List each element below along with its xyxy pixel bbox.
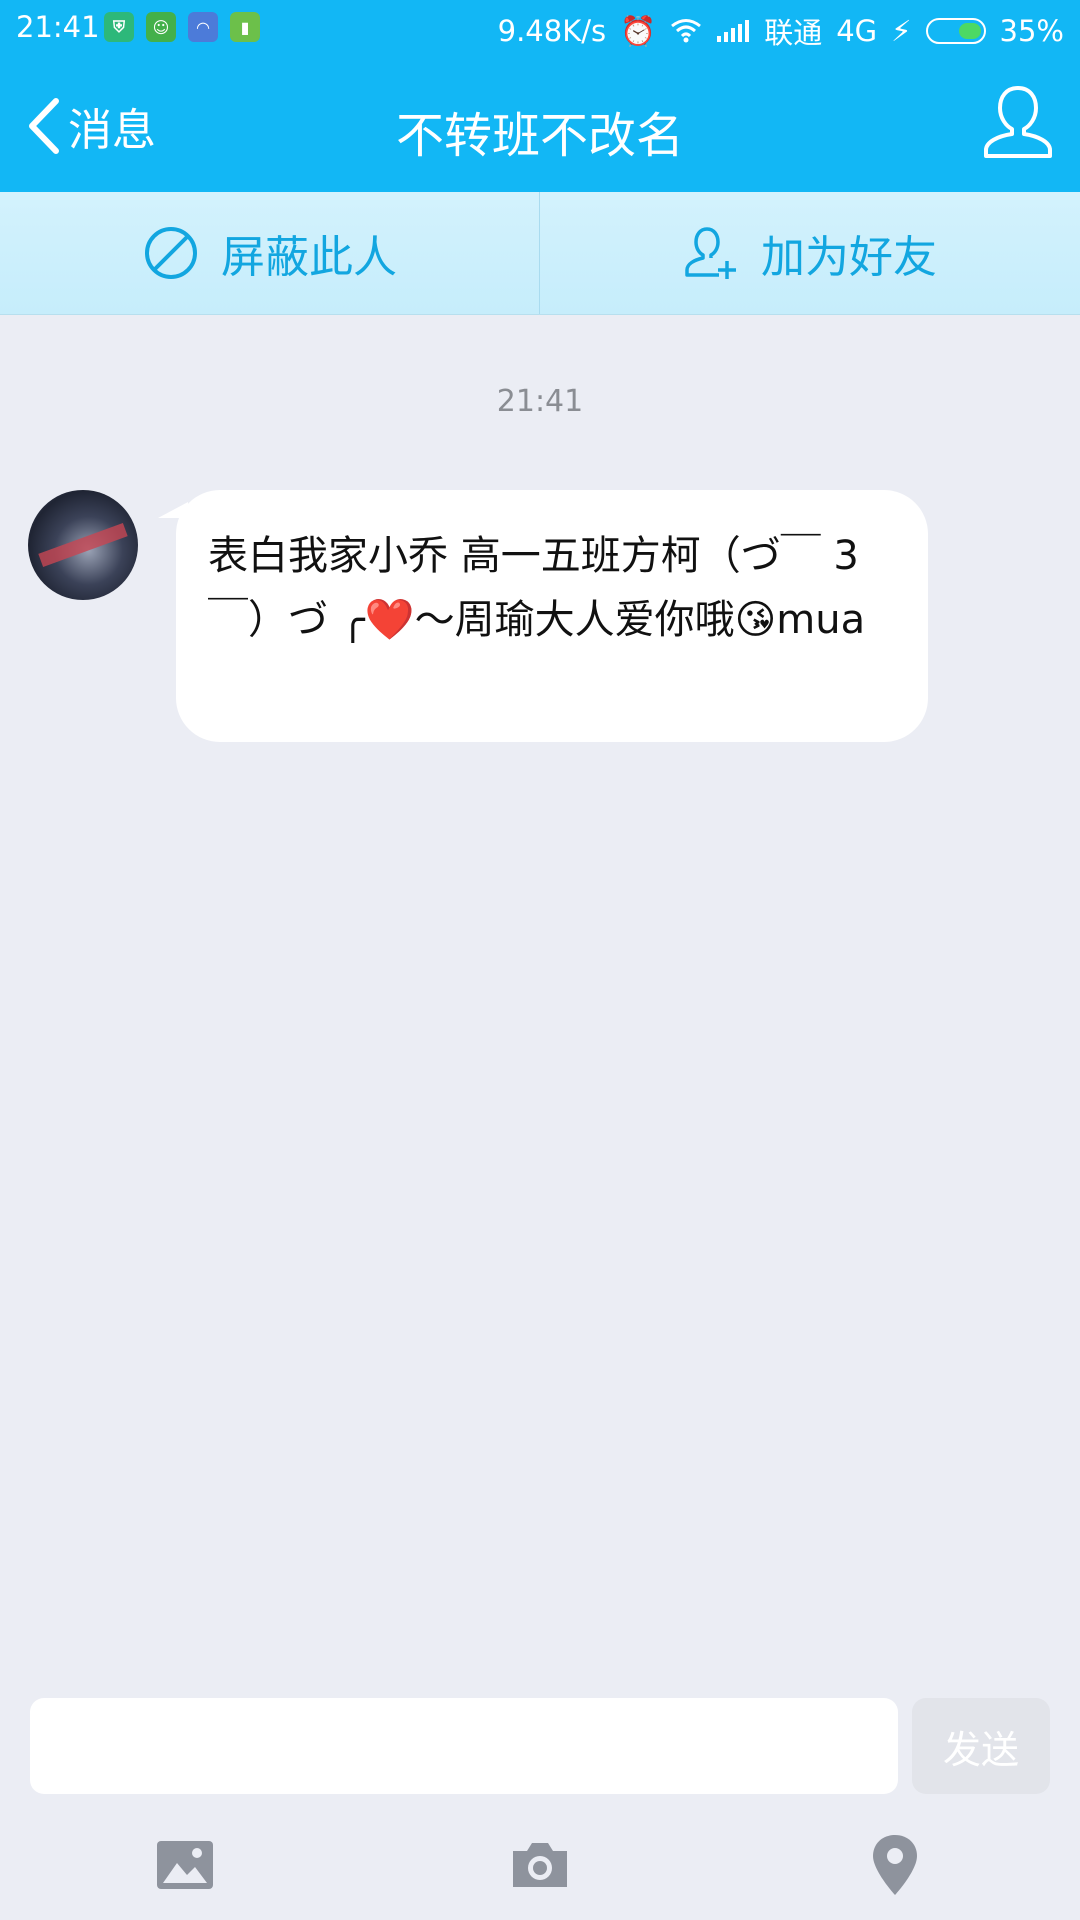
- alarm-icon: ⏰: [620, 13, 657, 48]
- composer-toolbar: [0, 1820, 1080, 1910]
- android-icon: ☺: [146, 12, 176, 42]
- image-button[interactable]: [140, 1820, 230, 1910]
- status-time: 21:41: [16, 10, 100, 44]
- status-bar: 21:41 ⛨ ☺ ◠ ▮ 9.48K/s ⏰ 联通 4G ⚡ 35%: [0, 0, 1080, 56]
- page-title: 不转班不改名: [395, 108, 684, 164]
- stranger-action-bar: 屏蔽此人 加为好友: [0, 192, 1080, 315]
- shield-icon: ⛨: [104, 12, 134, 42]
- battery-icon: [925, 18, 986, 44]
- add-friend-label: 加为好友: [761, 232, 937, 283]
- message-bubble[interactable]: 表白我家小乔 高一五班方柯（づ￣ 3￣）づ ╭❤️～周瑜大人爱你哦😘mua: [176, 490, 928, 742]
- image-icon: [157, 1841, 213, 1889]
- carrier-label: 联通: [764, 16, 823, 50]
- send-button[interactable]: 发送: [912, 1698, 1050, 1794]
- message-input[interactable]: [30, 1698, 898, 1794]
- charging-icon: ⚡: [891, 14, 912, 48]
- gauge-icon: ◠: [188, 12, 218, 42]
- profile-button[interactable]: [978, 82, 1058, 162]
- title-bar: 消息 不转班不改名: [0, 56, 1080, 192]
- camera-button[interactable]: [495, 1820, 585, 1910]
- notification-icons: ⛨ ☺ ◠ ▮: [104, 12, 260, 42]
- status-right: 9.48K/s ⏰ 联通 4G ⚡ 35%: [498, 10, 1064, 52]
- block-user-button[interactable]: 屏蔽此人: [0, 192, 540, 314]
- avatar[interactable]: [28, 490, 138, 600]
- message-text: 表白我家小乔 高一五班方柯（づ￣ 3￣）づ ╭❤️～周瑜大人爱你哦😘mua: [208, 533, 866, 643]
- location-button[interactable]: [850, 1820, 940, 1910]
- block-user-label: 屏蔽此人: [221, 232, 397, 283]
- net-speed: 9.48K/s: [497, 14, 607, 48]
- location-pin-icon: [873, 1835, 917, 1895]
- top-header: 21:41 ⛨ ☺ ◠ ▮ 9.48K/s ⏰ 联通 4G ⚡ 35% 消息 不…: [0, 0, 1080, 192]
- person-outline-icon: [984, 86, 1052, 158]
- add-person-icon: [685, 227, 736, 279]
- message-timestamp: 21:41: [496, 384, 584, 419]
- camera-icon: [513, 1843, 567, 1887]
- wifi-icon: [671, 19, 702, 43]
- block-icon: [145, 227, 197, 279]
- signal-icon: [717, 20, 750, 42]
- battery-app-icon: ▮: [230, 12, 260, 42]
- battery-percent: 35%: [999, 14, 1064, 48]
- add-friend-button[interactable]: 加为好友: [540, 192, 1080, 314]
- network-type: 4G: [836, 14, 878, 48]
